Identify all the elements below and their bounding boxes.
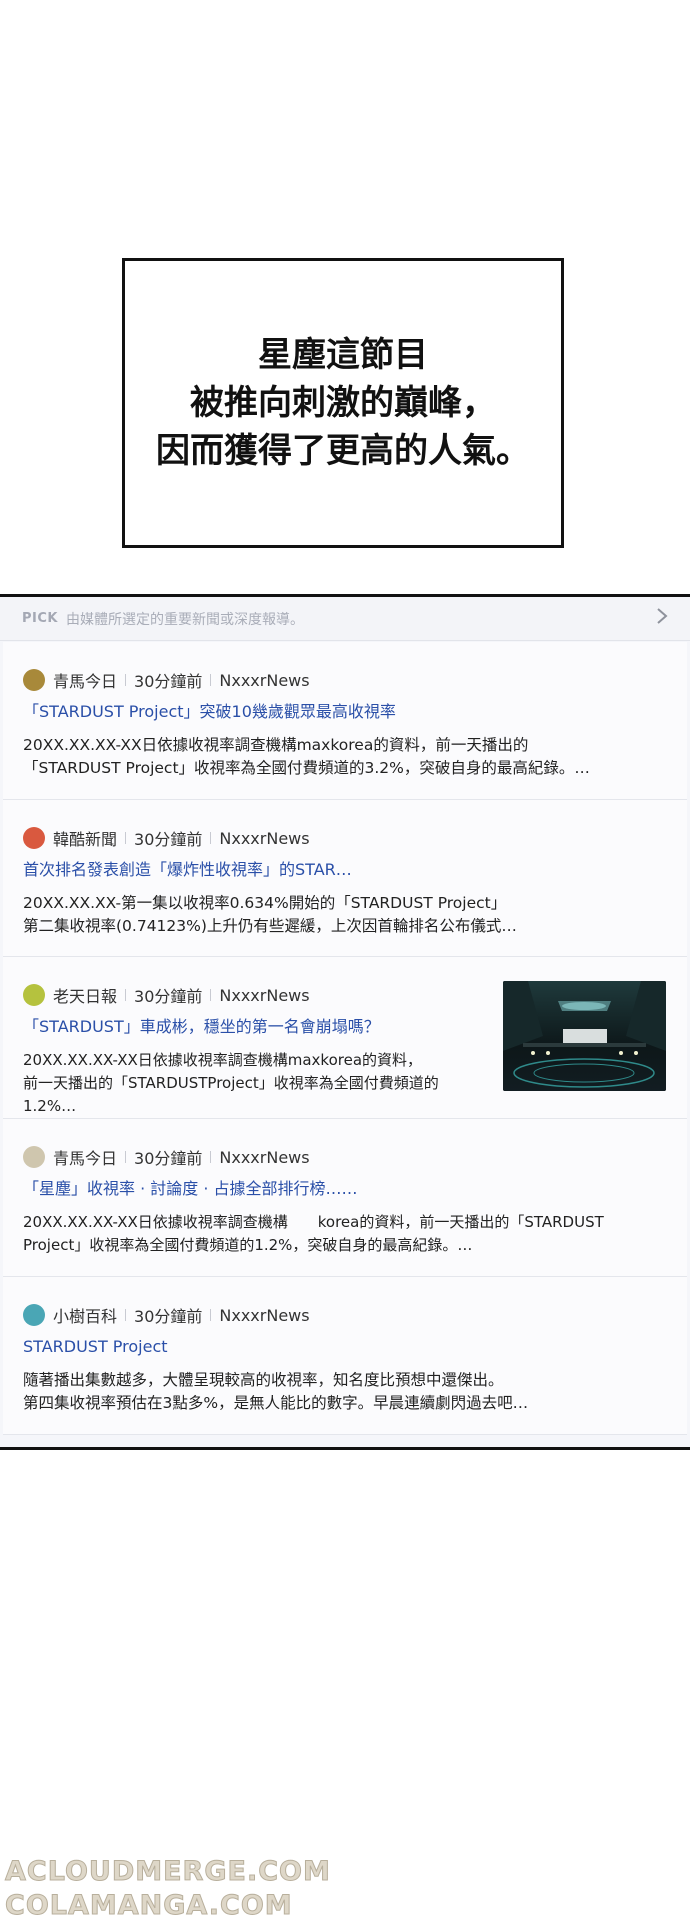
divider — [210, 989, 212, 1001]
source-avatar — [23, 1304, 45, 1326]
source-avatar — [23, 1146, 45, 1168]
divider — [125, 832, 127, 844]
news-outlet: NxxxrNews — [219, 1147, 310, 1167]
caption-box: 星塵這節目 被推向刺激的巔峰， 因而獲得了更高的人氣。 — [122, 258, 564, 548]
snippet-line: 1.2%… — [23, 1097, 77, 1115]
news-item[interactable]: 韓酷新聞 30分鐘前 NxxxrNews 首次排名發表創造「爆炸性收視率」的ST… — [3, 800, 687, 957]
news-source[interactable]: 老天日報 — [53, 983, 117, 1007]
source-avatar — [23, 827, 45, 849]
news-meta: 老天日報 30分鐘前 NxxxrNews — [23, 983, 310, 1007]
divider — [125, 674, 127, 686]
news-source[interactable]: 青馬今日 — [53, 1145, 117, 1169]
news-outlet: NxxxrNews — [219, 670, 310, 690]
news-snippet: 20XX.XX.XX-第一集以收視率0.634%開始的「STARDUST Pro… — [23, 892, 517, 938]
news-headline[interactable]: 「星塵」收視率 · 討論度 · 占據全部排行榜…… — [23, 1178, 358, 1200]
news-item[interactable]: 老天日報 30分鐘前 NxxxrNews 「STARDUST」車成彬，穩坐的第一… — [3, 957, 687, 1119]
snippet-line: 20XX.XX.XX-XX日依據收視率調查機構 korea的資料，前一天播出的「… — [23, 1213, 604, 1231]
source-avatar — [23, 669, 45, 691]
news-outlet: NxxxrNews — [219, 828, 310, 848]
snippet-line: 第四集收視率預估在3點多%，是無人能比的數字。早晨連續劇閃過去吧… — [23, 1394, 529, 1412]
chevron-right-icon[interactable] — [656, 607, 668, 630]
news-time: 30分鐘前 — [134, 672, 203, 691]
news-outlet: NxxxrNews — [219, 985, 310, 1005]
snippet-line: 20XX.XX.XX-第一集以收視率0.634%開始的「STARDUST Pro… — [23, 894, 507, 912]
divider — [210, 832, 212, 844]
news-meta: 小樹百科 30分鐘前 NxxxrNews — [23, 1303, 310, 1327]
news-meta: 韓酷新聞 30分鐘前 NxxxrNews — [23, 826, 310, 850]
news-item[interactable]: 青馬今日 30分鐘前 NxxxrNews 「星塵」收視率 · 討論度 · 占據全… — [3, 1119, 687, 1277]
news-meta: 青馬今日 30分鐘前 NxxxrNews — [23, 668, 310, 692]
news-headline[interactable]: 「STARDUST Project」突破10幾歲觀眾最高收視率 — [23, 701, 396, 723]
snippet-line: 前一天播出的「STARDUSTProject」收視率為全國付費頻道的 — [23, 1074, 439, 1092]
pick-header[interactable]: PICK 由媒體所選定的重要新聞或深度報導。 — [0, 597, 690, 641]
caption-line-1: 星塵這節目 — [258, 335, 428, 375]
news-headline[interactable]: 「STARDUST」車成彬，穩坐的第一名會崩塌嗎？ — [23, 1016, 380, 1038]
news-meta: 青馬今日 30分鐘前 NxxxrNews — [23, 1145, 310, 1169]
news-snippet: 隨著播出集數越多，大體呈現較高的收視率，知名度比預想中還傑出。 第四集收視率預估… — [23, 1369, 528, 1415]
caption-line-3: 因而獲得了更高的人氣。 — [156, 431, 530, 471]
snippet-line: 20XX.XX.XX-XX日依據收視率調查機構maxkorea的資料， — [23, 1051, 423, 1069]
news-snippet: 20XX.XX.XX-XX日依據收視率調查機構maxkorea的資料， 前一天播… — [23, 1049, 439, 1118]
news-source[interactable]: 小樹百科 — [53, 1303, 117, 1327]
divider — [210, 674, 212, 686]
divider — [125, 989, 127, 1001]
divider — [125, 1309, 127, 1321]
news-time: 30分鐘前 — [134, 1149, 203, 1168]
news-thumbnail[interactable] — [503, 981, 666, 1091]
news-time: 30分鐘前 — [134, 987, 203, 1006]
snippet-line: 20XX.XX.XX-XX日依據收視率調查機構maxkorea的資料，前一天播出… — [23, 736, 529, 754]
pick-logo: PICK — [22, 611, 58, 626]
news-headline[interactable]: 首次排名發表創造「爆炸性收視率」的STAR… — [23, 859, 352, 881]
news-time: 30分鐘前 — [134, 1307, 203, 1326]
news-headline[interactable]: STARDUST Project — [23, 1336, 168, 1358]
watermark-line-2: COLAMANGA.COM — [5, 1890, 293, 1922]
news-item[interactable]: 青馬今日 30分鐘前 NxxxrNews 「STARDUST Project」突… — [3, 642, 687, 800]
caption-line-2: 被推向刺激的巔峰， — [190, 383, 496, 423]
news-outlet: NxxxrNews — [219, 1305, 310, 1325]
pick-description: 由媒體所選定的重要新聞或深度報導。 — [65, 611, 304, 628]
news-source[interactable]: 青馬今日 — [53, 668, 117, 692]
news-item[interactable]: 小樹百科 30分鐘前 NxxxrNews STARDUST Project 隨著… — [3, 1277, 687, 1435]
news-snippet: 20XX.XX.XX-XX日依據收視率調查機構 korea的資料，前一天播出的「… — [23, 1211, 604, 1257]
divider — [210, 1151, 212, 1163]
watermark-line-1: ACLOUDMERGE.COM — [5, 1856, 331, 1888]
source-avatar — [23, 984, 45, 1006]
snippet-line: 隨著播出集數越多，大體呈現較高的收視率，知名度比預想中還傑出。 — [23, 1371, 504, 1389]
divider — [125, 1151, 127, 1163]
snippet-line: 「STARDUST Project」收視率為全國付費頻道的3.2%，突破自身的最… — [23, 759, 590, 777]
snippet-line: 第二集收視率(0.74123%)上升仍有些遲緩，上次因首輪排名公布儀式… — [23, 917, 517, 935]
snippet-line: Project」收視率為全國付費頻道的1.2%，突破自身的最高紀錄。… — [23, 1236, 473, 1254]
news-snippet: 20XX.XX.XX-XX日依據收視率調查機構maxkorea的資料，前一天播出… — [23, 734, 590, 780]
news-panel: PICK 由媒體所選定的重要新聞或深度報導。 青馬今日 30分鐘前 NxxxrN… — [0, 594, 690, 1450]
news-source[interactable]: 韓酷新聞 — [53, 826, 117, 850]
news-time: 30分鐘前 — [134, 830, 203, 849]
divider — [210, 1309, 212, 1321]
